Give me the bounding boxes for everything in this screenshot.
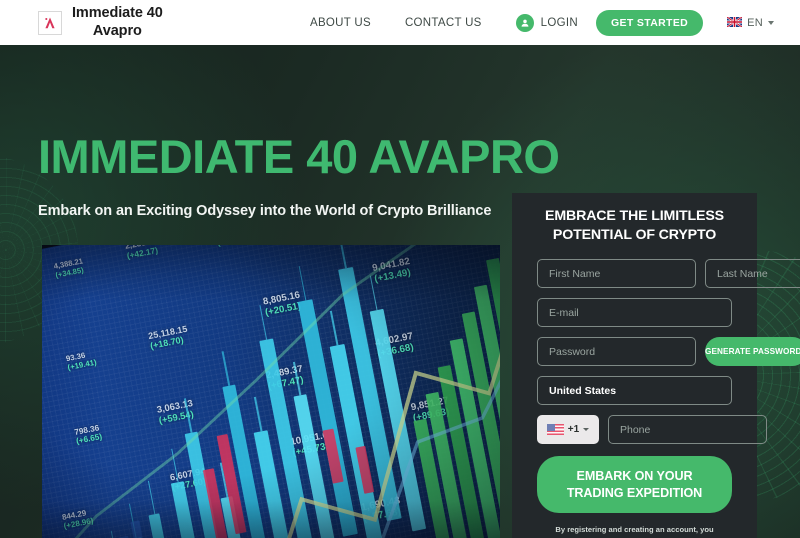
disclaimer-text-1: By registering and creating an account, … [555, 525, 714, 538]
language-selector[interactable]: EN [726, 14, 774, 32]
brand-name: Immediate 40 Avapro [72, 5, 163, 39]
main-nav: ABOUT US CONTACT US LOGIN GET STARTED EN [310, 9, 774, 36]
email-input[interactable] [537, 298, 732, 328]
page-title: IMMEDIATE 40 AVAPRO [38, 130, 560, 183]
get-started-button[interactable]: GET STARTED [595, 9, 704, 36]
country-input[interactable] [537, 376, 732, 406]
email-row [537, 298, 732, 328]
last-name-input[interactable] [705, 259, 800, 289]
site-header: Immediate 40 Avapro ABOUT US CONTACT US … [0, 0, 800, 45]
phone-country-code-selector[interactable]: +1 [537, 415, 599, 445]
registration-form-panel: EMBRACE THE LIMITLESS POTENTIAL OF CRYPT… [512, 193, 800, 538]
country-row [537, 376, 732, 406]
chevron-down-icon [768, 20, 774, 25]
login-label: LOGIN [540, 16, 578, 29]
phone-row: +1 [537, 415, 767, 445]
nav-item-contact-us[interactable]: CONTACT US [405, 17, 482, 29]
hero-section: IMMEDIATE 40 AVAPRO Embark on an Excitin… [0, 45, 800, 538]
brand-logo-link[interactable]: Immediate 40 Avapro [38, 5, 163, 39]
avapro-a-logo-icon [38, 10, 62, 35]
form-title: EMBRACE THE LIMITLESS POTENTIAL OF CRYPT… [545, 208, 724, 243]
password-row: GENERATE PASSWORDS [537, 337, 800, 367]
name-row [537, 259, 800, 289]
chevron-down-icon [583, 428, 590, 432]
landing-page: Immediate 40 Avapro ABOUT US CONTACT US … [0, 0, 800, 538]
chart-image-vignette [42, 245, 500, 538]
phone-input[interactable] [608, 415, 767, 445]
submit-registration-button[interactable]: EMBARK ON YOUR TRADING EXPEDITION [537, 456, 732, 514]
form-body: GENERATE PASSWORDS +1 EMBARK ON YOUR TRA… [512, 259, 800, 538]
user-icon [515, 13, 534, 32]
language-code: EN [747, 16, 763, 29]
nav-item-about-us[interactable]: ABOUT US [310, 17, 371, 29]
login-button[interactable]: LOGIN [515, 13, 578, 32]
first-name-input[interactable] [537, 259, 696, 289]
registration-disclaimer: By registering and creating an account, … [545, 524, 724, 538]
generate-passwords-button[interactable]: GENERATE PASSWORDS [705, 337, 800, 367]
password-input[interactable] [537, 337, 696, 367]
phone-country-code: +1 [567, 424, 580, 436]
market-chart-image: 7,498.65(+62.30)4,388.21(+34.85)2,233.11… [42, 245, 500, 538]
hero-subtitle: Embark on an Exciting Odyssey into the W… [38, 203, 492, 219]
us-flag-icon [546, 424, 564, 436]
uk-flag-icon [726, 14, 743, 32]
